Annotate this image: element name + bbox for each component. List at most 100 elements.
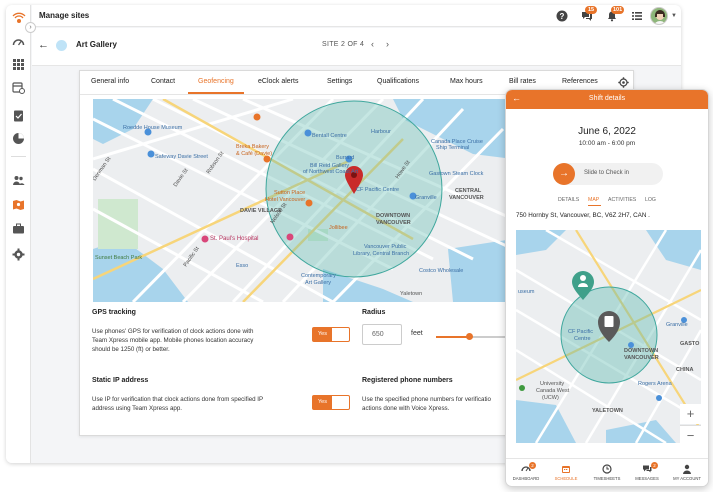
mobile-map-label-university1: University [540,381,564,387]
map-label-downtown1: DOWNTOWN [376,213,410,219]
mobile-header: ← Shift details [506,90,708,109]
avatar-dropdown-caret-icon[interactable]: ▼ [671,13,677,19]
nav-label: SCHEDULE [554,476,578,481]
speedometer-icon[interactable] [12,36,25,49]
shift-date: June 6, 2022 [578,126,636,137]
map-zoom-out-button[interactable]: − [680,425,701,443]
map-label-harbour: Harbour [371,129,391,135]
mobile-tab-activities[interactable]: ACTIVITIES [608,197,636,203]
map-label-burrard: Burrard [336,155,354,161]
users-icon[interactable] [12,174,25,187]
registered-phones-title: Registered phone numbers [362,377,453,384]
nav-schedule[interactable]: SCHEDULE [546,461,586,481]
radius-unit: feet [411,330,423,337]
site-name: Art Gallery [76,40,117,49]
mobile-map-label-cfpacific2: Centre [574,336,591,342]
nav-timesheets[interactable]: TIMESHEETS [587,461,627,481]
calendar-clock-icon[interactable] [12,81,25,94]
slide-to-check-in[interactable]: → Slide to Check in [553,163,663,185]
mobile-tab-details[interactable]: DETAILS [558,197,579,203]
help-icon[interactable]: ? [556,10,568,22]
map-label-cfpacific: CF Pacific Centre [356,187,399,193]
tab-geofencing[interactable]: Geofencing [198,78,234,85]
phones-desc-line: actions done with Voice Xpress. [362,405,450,412]
sites-map-icon[interactable] [12,198,25,211]
registered-phones-description: Use the specified phone numbers for veri… [362,395,491,413]
map-label-cafe: & Café (Davie) [236,151,272,157]
map-label-canada2: Ship Terminal [436,145,469,151]
static-ip-toggle-on-label: Yes [313,396,332,409]
slide-label: Slide to Check in [584,170,630,176]
site-pager-text: SITE 2 OF 4 [322,41,365,48]
nav-badge: 2 [529,462,536,469]
gps-desc-line: should be 1250 (ft) or better. [92,346,170,353]
mobile-shift-details: ← Shift details June 6, 2022 10:00 am - … [505,89,709,487]
back-arrow-icon[interactable]: ← [38,39,49,51]
left-sidebar [6,5,31,463]
nav-messages[interactable]: MESSAGES 2 [627,461,667,481]
map-label-contemporary1: Contemporary [301,273,336,279]
settings-gear-icon[interactable] [12,248,25,261]
pie-chart-icon[interactable] [12,132,25,145]
briefcase-icon[interactable] [12,222,25,235]
tab-contact[interactable]: Contact [151,78,175,85]
map-label-yaletown: Yaletown [400,291,422,297]
map-label-sunset: Sunset Beach Park [95,255,142,261]
collapse-sidebar-button[interactable]: › [25,22,36,33]
static-ip-toggle[interactable]: Yes [312,395,350,410]
gps-tracking-title: GPS tracking [92,309,136,316]
tab-settings[interactable]: Settings [327,78,352,85]
radius-slider-handle[interactable] [466,333,473,340]
mobile-map-label-gasto: GASTO [680,341,700,347]
user-avatar[interactable] [650,7,668,25]
gps-desc-line: Use phones' GPS for verification of cloc… [92,328,254,335]
gps-tracking-description: Use phones' GPS for verification of cloc… [92,327,253,354]
tab-references[interactable]: References [562,78,598,85]
mobile-map-label-granville-n: Granville [666,322,688,328]
active-tab-indicator [188,92,244,94]
nav-dashboard[interactable]: DASHBOARD 2 [506,461,546,481]
slide-arrow-icon[interactable]: → [553,163,575,185]
tab-eclock-alerts[interactable]: eClock alerts [258,78,298,85]
mobile-active-tab-indicator [588,205,601,206]
shift-time: 10:00 am - 6:00 pm [578,140,636,147]
top-bar: Manage sites ? 15 101 ▼ [32,5,681,27]
mobile-tab-log[interactable]: LOG [645,197,656,203]
nav-label: TIMESHEETS [593,476,621,481]
map-label-jollibee: Jollibee [329,225,348,231]
nav-my-account[interactable]: MY ACCOUNT [667,461,707,481]
list-menu-icon[interactable] [631,10,643,22]
mobile-map[interactable]: CF Pacific Centre DOWNTOWN VANCOUVER GAS… [516,230,701,443]
notifications-badge: 101 [611,6,625,14]
clipboard-check-icon[interactable] [12,109,25,122]
map-zoom-in-button[interactable]: + [680,404,701,424]
page-title: Manage sites [39,11,90,20]
tab-qualifications[interactable]: Qualifications [377,78,419,85]
next-site-button[interactable]: › [386,39,389,49]
radius-input[interactable]: 650 [362,324,402,345]
tab-bill-rates[interactable]: Bill rates [509,78,536,85]
phones-desc-line: Use the specified phone numbers for veri… [362,396,491,403]
static-ip-desc-line: address using Team Xpress app. [92,405,182,412]
previous-site-button[interactable]: ‹ [371,39,374,49]
nav-badge: 2 [651,462,658,469]
radius-title: Radius [362,309,386,316]
mobile-map-label-yaletown: YALETOWN [592,408,623,414]
svg-text:?: ? [560,12,565,21]
static-ip-title: Static IP address [92,377,149,384]
nav-divider [11,156,26,157]
gps-tracking-toggle[interactable]: Yes [312,327,350,342]
tab-max-hours[interactable]: Max hours [450,78,483,85]
map-label-safeway: Safeway Davie Street [155,154,208,160]
tab-settings-gear-icon[interactable] [618,77,629,88]
person-icon [683,464,691,474]
chat-badge: 15 [585,6,597,14]
gps-toggle-on-label: Yes [313,328,332,341]
geofence-map[interactable]: Roedde House Museum Safeway Davie Street… [93,99,513,302]
tab-general-info[interactable]: General info [91,78,129,85]
grid-icon[interactable] [12,58,25,71]
map-label-downtown2: VANCOUVER [376,220,411,226]
static-ip-desc-line: Use IP for verification that clock actio… [92,396,264,403]
mobile-map-label-rogers: Rogers Arena [638,381,673,387]
mobile-tab-map[interactable]: MAP [588,197,599,203]
